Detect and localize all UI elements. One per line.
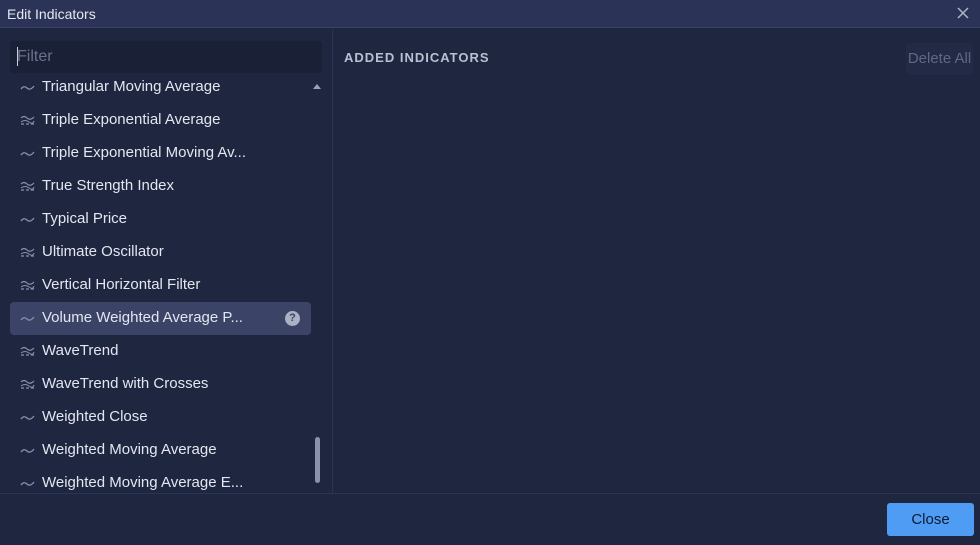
list-item-label: Triple Exponential Average [42, 111, 221, 128]
filter-input[interactable] [10, 41, 322, 73]
list-item-label: Volume Weighted Average P... [42, 309, 243, 326]
list-item[interactable]: Weighted Moving Average E... [10, 467, 311, 493]
list-item[interactable]: WaveTrend with Crosses [10, 368, 311, 401]
single-line-icon [20, 85, 35, 90]
list-item-label: Weighted Close [42, 408, 148, 425]
single-line-icon [20, 151, 35, 156]
dialog-titlebar: Edit Indicators [0, 0, 980, 28]
list-item[interactable]: Vertical Horizontal Filter [10, 269, 311, 302]
list-item-label: Vertical Horizontal Filter [42, 276, 201, 293]
added-indicators-heading: ADDED INDICATORS [344, 50, 490, 65]
double-line-icon [20, 379, 35, 389]
close-icon[interactable] [954, 4, 972, 22]
list-item[interactable]: Weighted Close [10, 401, 311, 434]
list-item-label: WaveTrend with Crosses [42, 375, 209, 392]
double-line-icon [20, 247, 35, 257]
dialog-footer: Close [0, 493, 980, 545]
single-line-icon [20, 217, 35, 222]
list-item-selected[interactable]: Volume Weighted Average P... ? [10, 302, 311, 335]
double-line-icon [20, 346, 35, 356]
double-line-icon [20, 115, 35, 125]
single-line-icon [20, 316, 35, 321]
list-item-label: WaveTrend [42, 342, 119, 359]
close-button[interactable]: Close [887, 503, 974, 536]
single-line-icon [20, 448, 35, 453]
list-item[interactable]: Typical Price [10, 203, 311, 236]
single-line-icon [20, 481, 35, 486]
list-item-label: Weighted Moving Average E... [42, 474, 244, 491]
double-line-icon [20, 280, 35, 290]
indicator-list-pane: Triangular Moving Average Triple Exponen… [0, 29, 333, 517]
single-line-icon [20, 415, 35, 420]
list-item[interactable]: Triple Exponential Moving Av... [10, 137, 311, 170]
list-item[interactable]: Ultimate Oscillator [10, 236, 311, 269]
double-line-icon [20, 181, 35, 191]
list-item[interactable]: Triple Exponential Average [10, 104, 311, 137]
list-item-label: Ultimate Oscillator [42, 243, 164, 260]
list-item[interactable]: WaveTrend [10, 335, 311, 368]
list-item-label: True Strength Index [42, 177, 175, 194]
text-caret [17, 47, 18, 66]
delete-all-button[interactable]: Delete All [906, 43, 973, 75]
list-item[interactable]: Triangular Moving Average [10, 71, 311, 104]
scroll-up-arrow-icon[interactable] [313, 84, 321, 89]
added-indicators-pane: ADDED INDICATORS Delete All [334, 29, 980, 493]
list-item-label: Weighted Moving Average [42, 441, 217, 458]
help-icon[interactable]: ? [285, 311, 300, 326]
indicator-list[interactable]: Triangular Moving Average Triple Exponen… [0, 71, 333, 493]
list-item[interactable]: True Strength Index [10, 170, 311, 203]
list-item-label: Triangular Moving Average [42, 78, 221, 95]
list-item-label: Triple Exponential Moving Av... [42, 144, 246, 161]
scrollbar-thumb[interactable] [315, 437, 320, 483]
list-item-label: Typical Price [42, 210, 128, 227]
list-item[interactable]: Weighted Moving Average [10, 434, 311, 467]
dialog-title: Edit Indicators [7, 6, 96, 22]
